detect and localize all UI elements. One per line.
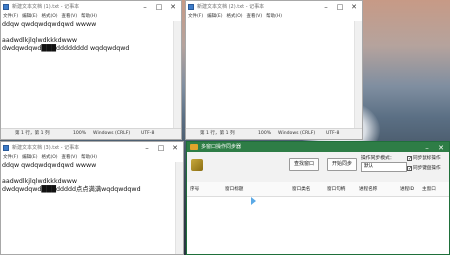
close-icon[interactable]: ✕ [348,2,360,12]
text-line: dwdqwdqwd███dddddddd wqdqwdqwd [2,45,130,52]
text-line: ddqw qwdqwdqwdqwd wwww [2,21,97,28]
window-title: 多窗口操作同步器 [201,144,242,150]
menu-bar: 文件(F) 编辑(E) 格式(O) 查看(V) 帮助(H) [186,13,362,21]
sync-mode-select[interactable]: 默认 [361,162,407,172]
menu-format[interactable]: 格式(O) [41,13,57,21]
cursor-position: 第 1 行，第 1 列 [15,131,50,136]
menu-format[interactable]: 格式(O) [41,154,57,162]
menu-view[interactable]: 查看(V) [247,13,263,21]
cursor-position: 第 1 行，第 1 列 [200,131,235,136]
minimize-icon[interactable]: – [320,2,332,12]
sync-mode-label: 操作同步模式： [361,156,395,161]
window-title: 新建文本文档 (3).txt - 记事本 [12,145,80,151]
text-line [2,170,141,178]
menu-edit[interactable]: 编辑(E) [22,154,37,162]
menu-help[interactable]: 帮助(H) [266,13,282,21]
menu-bar: 文件(F) 编辑(E) 格式(O) 查看(V) 帮助(H) [1,13,181,21]
checkbox-label: 同步鼠标操作 [413,156,441,161]
text-line: aadwdlkjlqlwdkkkdwww [2,178,78,185]
vertical-scrollbar[interactable] [175,162,183,254]
text-line: dwdqwdqwd███ddddd点点满满wqdqwdqwd [2,186,141,193]
line-ending: Windows (CRLF) [278,131,316,136]
notepad-window-3[interactable]: 新建文本文档 (3).txt - 记事本 – □ ✕ 文件(F) 编辑(E) 格… [0,141,184,255]
window-title: 新建文本文档 (1).txt - 记事本 [12,4,80,10]
menu-file[interactable]: 文件(F) [188,13,203,21]
sync-mouse-checkbox[interactable]: ✓ 同步鼠标操作 [407,155,441,161]
sync-tool-window[interactable]: 多窗口操作同步器 – ✕ 查找窗口 开始同步 操作同步模式： 默认 ✓ 同步鼠标… [186,141,450,255]
col-index[interactable]: 序号 [190,186,199,192]
vertical-scrollbar[interactable] [354,21,362,129]
text-line [2,29,129,37]
col-window-title[interactable]: 窗口标题 [225,186,243,192]
window-title: 新建文本文档 (2).txt - 记事本 [197,4,265,10]
checkbox-checked-icon[interactable]: ✓ [407,165,412,171]
col-handle[interactable]: 窗口句柄 [327,186,345,192]
text-area[interactable]: ddqw qwdqwdqwdqwd wwww aadwdlkjlqlwdkkkd… [2,21,129,53]
sync-keyboard-checkbox[interactable]: ✓ 同步键盘操作 [407,165,441,171]
menu-edit[interactable]: 编辑(E) [207,13,222,21]
titlebar[interactable]: 新建文本文档 (2).txt - 记事本 – □ ✕ [186,1,362,13]
text-line: ddqw qwdqwdqwdqwd wwww [2,162,97,169]
close-icon[interactable]: ✕ [169,143,181,153]
col-class-name[interactable]: 窗口类名 [292,186,310,192]
status-bar: 第 1 行，第 1 列 100% Windows (CRLF) UTF-8 [186,128,362,139]
encoding: UTF-8 [326,131,340,136]
zoom-level: 100% [73,131,87,136]
toolbar: 查找窗口 开始同步 操作同步模式： 默认 ✓ 同步鼠标操作 ✓ 同步键盘操作 [187,152,449,183]
notepad-icon [3,4,9,10]
menu-file[interactable]: 文件(F) [3,154,18,162]
notepad-window-1[interactable]: 新建文本文档 (1).txt - 记事本 – □ ✕ 文件(F) 编辑(E) 格… [0,0,182,140]
notepad-icon [188,4,194,10]
line-ending: Windows (CRLF) [93,131,131,136]
col-process-name[interactable]: 进程名称 [359,186,377,192]
checkbox-label: 同步键盘操作 [413,166,441,171]
menu-bar: 文件(F) 编辑(E) 格式(O) 查看(V) 帮助(H) [1,154,183,162]
minimize-icon[interactable]: – [141,143,153,153]
minimize-icon[interactable]: – [139,2,151,12]
find-target-icon[interactable] [191,159,203,171]
titlebar[interactable]: 新建文本文档 (1).txt - 记事本 – □ ✕ [1,1,181,13]
menu-help[interactable]: 帮助(H) [81,154,97,162]
maximize-icon[interactable]: □ [334,2,346,12]
zoom-level: 100% [258,131,272,136]
maximize-icon[interactable]: □ [155,143,167,153]
menu-format[interactable]: 格式(O) [226,13,242,21]
menu-view[interactable]: 查看(V) [62,154,78,162]
maximize-icon[interactable]: □ [153,2,165,12]
checkbox-checked-icon[interactable]: ✓ [407,155,412,161]
titlebar[interactable]: 新建文本文档 (3).txt - 记事本 – □ ✕ [1,142,183,154]
text-line: aadwdlkjlqlwdkkkdwww [2,37,78,44]
encoding: UTF-8 [141,131,155,136]
col-main-window[interactable]: 主窗口 [422,186,436,192]
mouse-cursor-icon [251,197,256,205]
start-sync-button[interactable]: 开始同步 [327,158,357,171]
app-icon [190,144,198,150]
col-process-id[interactable]: 进程ID [400,186,414,192]
close-icon[interactable]: ✕ [167,2,179,12]
menu-help[interactable]: 帮助(H) [81,13,97,21]
sync-mode-value: 默认 [364,164,373,169]
menu-file[interactable]: 文件(F) [3,13,18,21]
titlebar[interactable]: 多窗口操作同步器 – ✕ [187,142,449,152]
window-table-header: 序号 窗口标题 窗口类名 窗口句柄 进程名称 进程ID 主窗口 [187,182,449,197]
find-window-button[interactable]: 查找窗口 [289,158,319,171]
vertical-scrollbar[interactable] [173,21,181,129]
notepad-icon [3,145,9,151]
menu-view[interactable]: 查看(V) [62,13,78,21]
text-area[interactable] [187,21,352,121]
text-area[interactable]: ddqw qwdqwdqwdqwd wwww aadwdlkjlqlwdkkkd… [2,162,141,194]
status-bar: 第 1 行，第 1 列 100% Windows (CRLF) UTF-8 [1,128,181,139]
notepad-window-2[interactable]: 新建文本文档 (2).txt - 记事本 – □ ✕ 文件(F) 编辑(E) 格… [185,0,363,140]
menu-edit[interactable]: 编辑(E) [22,13,37,21]
